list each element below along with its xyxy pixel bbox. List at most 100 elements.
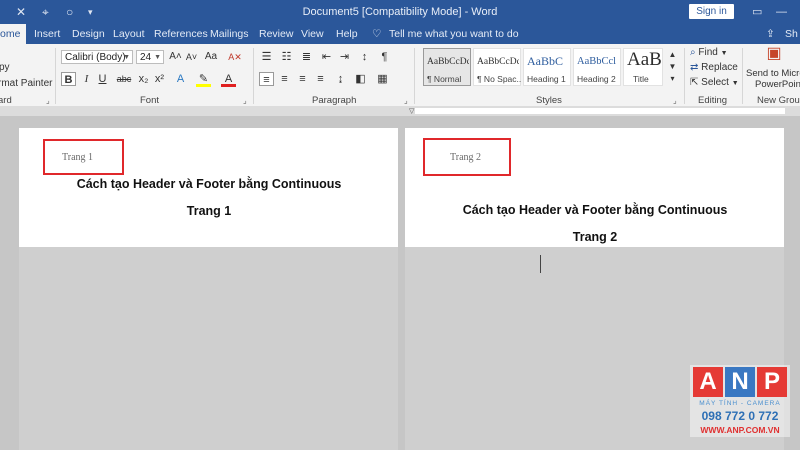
- indent-marker-icon[interactable]: ▽: [409, 107, 414, 115]
- logo-letter-n: N: [725, 367, 755, 397]
- numbering-icon[interactable]: ☷: [279, 50, 294, 64]
- horizontal-ruler[interactable]: ▽: [0, 106, 800, 116]
- font-group-label: Font: [140, 95, 160, 106]
- tab-design[interactable]: Design: [72, 24, 105, 44]
- show-formatting-button[interactable]: ¶: [377, 50, 392, 64]
- select-label: Select: [701, 77, 729, 88]
- title-bar: ✕ ⌖ ○ ▾ Document5 [Compatibility Mode] -…: [0, 0, 800, 24]
- replace-button[interactable]: ⇄ Replace: [690, 62, 738, 73]
- styles-launcher-icon[interactable]: ⌟: [673, 96, 677, 105]
- copy-button[interactable]: py: [0, 62, 10, 73]
- logo-letter-a: A: [693, 367, 723, 397]
- new-group-label: New Group: [757, 95, 800, 106]
- style-normal[interactable]: AaBbCcDc ¶ Normal: [423, 48, 471, 86]
- italic-button[interactable]: I: [79, 72, 94, 86]
- page-1-heading[interactable]: Cách tạo Header và Footer bằng Continuou…: [19, 177, 399, 191]
- style-name: ¶ No Spac...: [477, 74, 521, 84]
- logo-website: WWW.ANP.COM.VN: [700, 425, 780, 435]
- replace-label: Replace: [701, 62, 738, 73]
- grow-font-button[interactable]: A˄: [168, 50, 183, 64]
- style-name: Heading 2: [577, 74, 616, 84]
- subscript-button[interactable]: x₂: [136, 72, 151, 86]
- replace-icon: ⇄: [690, 62, 699, 73]
- powerpoint-icon[interactable]: ▣: [764, 46, 784, 65]
- shrink-font-button[interactable]: A˅: [184, 50, 199, 64]
- highlight-button[interactable]: ✎: [196, 72, 211, 87]
- align-right-icon[interactable]: ≡: [295, 72, 310, 86]
- tab-layout[interactable]: Layout: [113, 24, 145, 44]
- paragraph-group-label: Paragraph: [312, 95, 357, 106]
- bold-button[interactable]: B: [61, 72, 76, 86]
- logo-tagline: MÁY TÍNH - CAMERA: [699, 400, 781, 407]
- style-preview: AaBbCcDc: [477, 57, 519, 67]
- bullets-icon[interactable]: ☰: [259, 50, 274, 64]
- ribbon-tabs: ome Insert Design Layout References Mail…: [0, 24, 800, 44]
- increase-indent-icon[interactable]: ⇥: [337, 50, 352, 64]
- find-button[interactable]: ⌕ Find ▼: [690, 47, 728, 58]
- tab-mailings[interactable]: Mailings: [210, 24, 249, 44]
- tab-references[interactable]: References: [154, 24, 208, 44]
- decrease-indent-icon[interactable]: ⇤: [319, 50, 334, 64]
- change-case-button[interactable]: Aa: [202, 50, 220, 64]
- underline-button[interactable]: U: [95, 72, 110, 86]
- logo-phone: 098 772 0 772: [701, 409, 779, 423]
- styles-more-icon[interactable]: ▾: [665, 72, 680, 86]
- align-center-icon[interactable]: ≡: [277, 72, 292, 86]
- find-label: Find: [698, 47, 718, 58]
- style-heading-2[interactable]: AaBbCcl Heading 2: [573, 48, 621, 86]
- ruler-active-area: [415, 108, 785, 114]
- text-effects-button[interactable]: A: [173, 72, 188, 86]
- page-2-heading[interactable]: Cách tạo Header và Footer bằng Continuou…: [405, 203, 785, 217]
- sort-icon[interactable]: ↕: [357, 50, 372, 64]
- page-1-text[interactable]: Trang 1: [19, 204, 399, 218]
- style-heading-1[interactable]: AaBbC Heading 1: [523, 48, 571, 86]
- style-title[interactable]: AaB Title: [623, 48, 663, 86]
- font-name-value: Calibri (Body): [65, 52, 126, 63]
- page-2-text[interactable]: Trang 2: [405, 230, 785, 244]
- chevron-down-icon: ▼: [154, 54, 161, 61]
- group-divider: [414, 48, 415, 104]
- page-1-header[interactable]: Trang 1: [62, 152, 93, 163]
- clear-formatting-button[interactable]: A✕: [226, 50, 244, 64]
- tab-home[interactable]: ome: [0, 24, 27, 44]
- share-button[interactable]: Sh: [785, 24, 798, 44]
- font-color-button[interactable]: A: [221, 72, 236, 87]
- font-size-combo[interactable]: 24 ▼: [136, 50, 164, 64]
- tab-review[interactable]: Review: [259, 24, 293, 44]
- group-divider: [742, 48, 743, 104]
- tell-me-search[interactable]: Tell me what you want to do: [389, 24, 519, 44]
- sign-in-button[interactable]: Sign in: [689, 4, 734, 19]
- page-1-body: [19, 247, 398, 450]
- format-painter-button[interactable]: rmat Painter: [0, 78, 52, 89]
- font-launcher-icon[interactable]: ⌟: [243, 96, 247, 105]
- tab-help[interactable]: Help: [336, 24, 358, 44]
- page-2-header[interactable]: Trang 2: [450, 152, 481, 163]
- send-to-powerpoint-label-2: PowerPoint: [755, 79, 800, 90]
- justify-icon[interactable]: ≡: [313, 72, 328, 86]
- tab-insert[interactable]: Insert: [34, 24, 60, 44]
- clipboard-group-label: ard: [0, 95, 12, 106]
- clipboard-launcher-icon[interactable]: ⌟: [46, 96, 50, 105]
- minimize-icon[interactable]: —: [776, 0, 787, 24]
- share-icon[interactable]: ⇪: [766, 24, 775, 44]
- paragraph-launcher-icon[interactable]: ⌟: [404, 96, 408, 105]
- style-no-spacing[interactable]: AaBbCcDc ¶ No Spac...: [473, 48, 521, 86]
- select-button[interactable]: ⇱ Select ▼: [690, 77, 739, 88]
- strikethrough-button[interactable]: abc: [115, 72, 133, 86]
- superscript-button[interactable]: x²: [152, 72, 167, 86]
- font-name-combo[interactable]: Calibri (Body) ▼: [61, 50, 133, 64]
- tab-view[interactable]: View: [301, 24, 324, 44]
- align-left-icon[interactable]: ≡: [259, 72, 274, 86]
- anp-watermark-logo: A N P MÁY TÍNH - CAMERA 098 772 0 772 WW…: [690, 365, 790, 437]
- send-to-powerpoint-label[interactable]: Send to Microso: [746, 68, 800, 79]
- borders-icon[interactable]: ▦: [375, 72, 390, 86]
- line-spacing-icon[interactable]: ↨: [333, 72, 348, 86]
- chevron-down-icon: ▼: [720, 50, 728, 57]
- style-preview: AaBbC: [527, 54, 563, 68]
- ribbon-display-icon[interactable]: ▭: [752, 0, 762, 24]
- shading-icon[interactable]: ◧: [353, 72, 368, 86]
- search-icon: ⌕: [690, 47, 696, 58]
- group-divider: [55, 48, 56, 104]
- multilevel-list-icon[interactable]: ≣: [299, 50, 314, 64]
- group-divider: [253, 48, 254, 104]
